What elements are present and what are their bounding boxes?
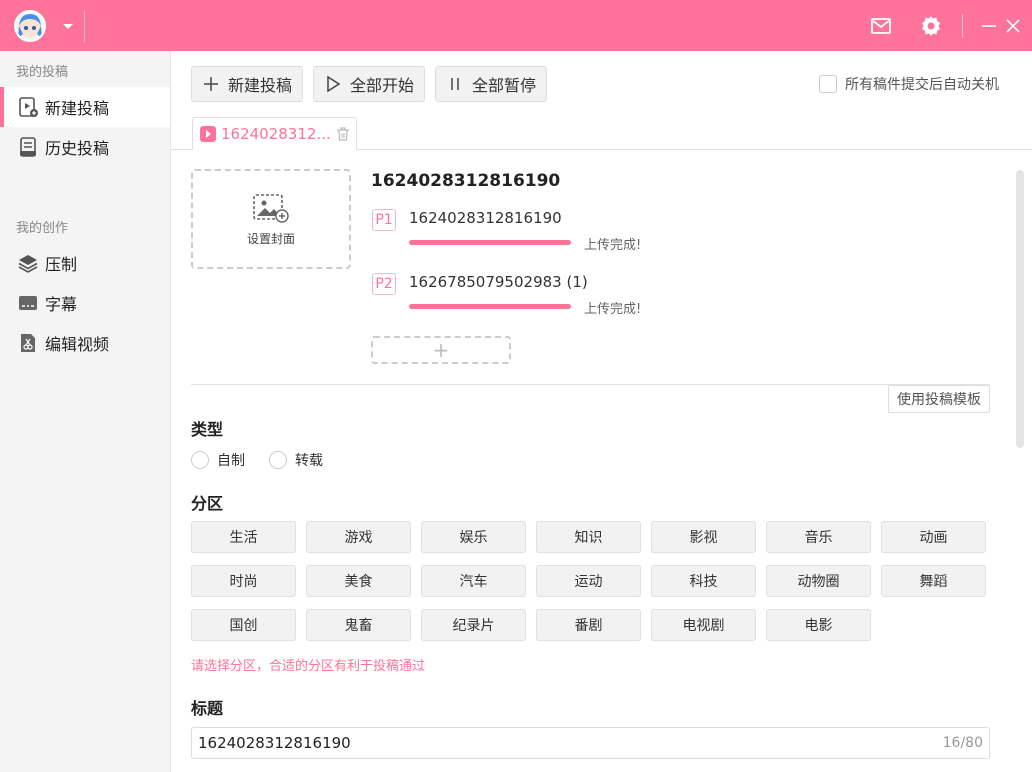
new-upload-button[interactable]: 新建投稿: [191, 66, 303, 102]
category-button[interactable]: 游戏: [306, 521, 411, 553]
type-repost-radio[interactable]: [269, 451, 287, 469]
category-button[interactable]: 美食: [306, 565, 411, 597]
part-progress-bar: [409, 240, 571, 245]
video-title: 1624028312816190: [371, 171, 561, 191]
auto-shutdown-label: 所有稿件提交后自动关机: [845, 77, 999, 93]
add-part-button[interactable]: +: [371, 336, 511, 364]
category-button[interactable]: 舞蹈: [881, 565, 986, 597]
plus-icon: [204, 77, 218, 91]
category-button[interactable]: 娱乐: [421, 521, 526, 553]
type-heading: 类型: [191, 420, 224, 439]
sidebar-group-label: 我的创作: [16, 221, 69, 236]
part-status: 上传完成!: [584, 302, 642, 317]
pause-all-button[interactable]: 全部暂停: [435, 66, 547, 102]
user-avatar[interactable]: [14, 10, 46, 42]
pause-icon: [451, 78, 459, 90]
category-button[interactable]: 鬼畜: [306, 609, 411, 641]
category-button[interactable]: 电视剧: [651, 609, 756, 641]
use-template-button[interactable]: 使用投稿模板: [888, 385, 990, 413]
part-badge: P1: [372, 209, 396, 231]
part-status: 上传完成!: [584, 238, 642, 253]
category-button[interactable]: 影视: [651, 521, 756, 553]
content-scrollbar[interactable]: [1016, 170, 1024, 448]
auto-shutdown-option[interactable]: 所有稿件提交后自动关机: [819, 74, 999, 94]
sidebar: 我的投稿 新建投稿 历史投稿 我的创作 压制 字幕 编辑视频: [0, 51, 171, 772]
category-hint: 请选择分区，合适的分区有利于投稿通过: [191, 659, 426, 674]
category-button[interactable]: 国创: [191, 609, 296, 641]
part-badge: P2: [372, 273, 396, 295]
category-button[interactable]: 纪录片: [421, 609, 526, 641]
close-icon[interactable]: [1001, 14, 1025, 38]
trash-icon[interactable]: [335, 126, 351, 142]
layers-icon: [18, 255, 38, 273]
start-all-label: 全部开始: [350, 76, 415, 95]
sidebar-item-label: 字幕: [45, 295, 78, 314]
title-input-value: 1624028312816190: [198, 734, 351, 752]
type-original-radio[interactable]: [191, 451, 209, 469]
type-option-label[interactable]: 转载: [295, 450, 323, 470]
category-button[interactable]: 时尚: [191, 565, 296, 597]
scissors-file-icon: [21, 334, 35, 352]
sidebar-item-label: 新建投稿: [45, 99, 110, 118]
set-cover-label: 设置封面: [246, 231, 295, 246]
video-file-icon: [200, 125, 216, 142]
new-upload-label: 新建投稿: [228, 76, 293, 95]
category-button[interactable]: 动画: [881, 521, 986, 553]
subtitle-icon: [19, 296, 37, 310]
category-button[interactable]: 汽车: [421, 565, 526, 597]
sidebar-item-encode[interactable]: 压制: [0, 243, 170, 283]
chevron-down-icon[interactable]: [60, 18, 76, 34]
start-all-button[interactable]: 全部开始: [313, 66, 425, 102]
image-add-icon: [253, 193, 289, 223]
type-radio-group: 自制 转载: [191, 450, 323, 470]
section-divider: [191, 384, 990, 385]
tab-label: 1624028312...: [221, 124, 331, 143]
category-button[interactable]: 番剧: [536, 609, 641, 641]
auto-shutdown-checkbox[interactable]: [819, 75, 837, 93]
set-cover-button[interactable]: 设置封面: [191, 169, 351, 269]
history-icon: [20, 137, 36, 157]
sidebar-item-label: 编辑视频: [45, 335, 110, 354]
part-progress-bar: [409, 304, 571, 309]
tab-upload-draft[interactable]: 1624028312...: [192, 117, 357, 150]
gear-icon[interactable]: [919, 14, 943, 38]
sidebar-item-label: 压制: [45, 255, 78, 274]
mail-icon[interactable]: [869, 14, 893, 38]
category-button[interactable]: 科技: [651, 565, 756, 597]
play-icon: [327, 75, 341, 93]
category-button[interactable]: 生活: [191, 521, 296, 553]
category-button[interactable]: 音乐: [766, 521, 871, 553]
title-heading: 标题: [191, 699, 224, 718]
category-button[interactable]: 知识: [536, 521, 641, 553]
title-bar: [0, 0, 1032, 51]
sidebar-group-label: 我的投稿: [16, 65, 69, 80]
title-char-count: 16/80: [942, 735, 983, 751]
titlebar-divider: [84, 10, 85, 42]
sidebar-item-new-upload[interactable]: 新建投稿: [0, 87, 170, 127]
category-button[interactable]: 电影: [766, 609, 871, 641]
new-video-icon: [19, 97, 38, 117]
category-button[interactable]: 运动: [536, 565, 641, 597]
title-input[interactable]: 1624028312816190 16/80: [191, 727, 990, 759]
category-button[interactable]: 动物圈: [766, 565, 871, 597]
titlebar-divider: [962, 14, 963, 38]
minimize-icon[interactable]: [977, 14, 1001, 38]
sidebar-item-label: 历史投稿: [45, 139, 110, 158]
sidebar-item-subtitle[interactable]: 字幕: [0, 283, 170, 323]
sidebar-item-edit-video[interactable]: 编辑视频: [0, 323, 170, 363]
type-option-label[interactable]: 自制: [217, 450, 245, 470]
sidebar-item-history[interactable]: 历史投稿: [0, 127, 170, 167]
pause-all-label: 全部暂停: [472, 76, 537, 95]
category-heading: 分区: [191, 494, 224, 513]
part-name[interactable]: 1624028312816190: [409, 209, 562, 227]
part-name[interactable]: 1626785079502983 (1): [409, 273, 588, 291]
